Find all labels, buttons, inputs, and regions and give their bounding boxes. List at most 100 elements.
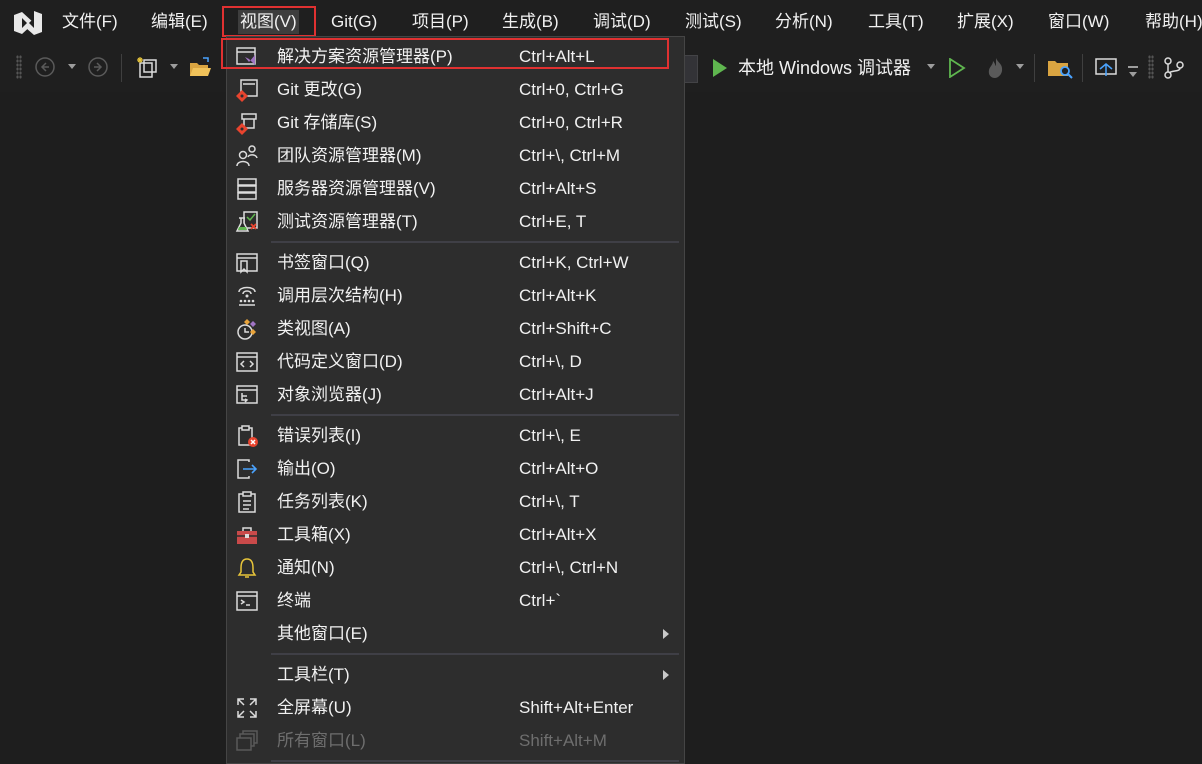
menu-item-bookmark-window[interactable]: 书签窗口(Q) Ctrl+K, Ctrl+W: [227, 246, 684, 279]
menu-item-server-explorer[interactable]: 服务器资源管理器(V) Ctrl+Alt+S: [227, 172, 684, 205]
menu-separator: [271, 414, 679, 416]
menu-item-git-changes[interactable]: Git 更改(G) Ctrl+0, Ctrl+G: [227, 73, 684, 106]
code-definition-icon: [236, 352, 258, 372]
full-screen-icon: [237, 698, 257, 718]
menu-item-other-windows[interactable]: 其他窗口(E): [227, 617, 684, 650]
menu-item-toolbars[interactable]: 工具栏(T): [227, 658, 684, 691]
menu-file[interactable]: 文件(F): [62, 10, 118, 34]
menu-item-shortcut: Shift+Alt+Enter: [519, 698, 634, 717]
menu-item-label: 调用层次结构(H): [277, 286, 403, 305]
menu-item-shortcut: Ctrl+\, Ctrl+M: [519, 146, 621, 165]
menu-item-test-explorer[interactable]: 测试资源管理器(T) Ctrl+E, T: [227, 205, 684, 238]
menu-item-shortcut: Ctrl+\, T: [519, 492, 580, 511]
menu-item-shortcut: Ctrl+Alt+J: [519, 385, 594, 404]
menu-item-notifications[interactable]: 通知(N) Ctrl+\, Ctrl+N: [227, 551, 684, 584]
menu-item-shortcut: Shift+Alt+M: [519, 731, 607, 750]
menu-item-shortcut: Ctrl+`: [519, 591, 562, 610]
menu-item-shortcut: Ctrl+Shift+C: [519, 319, 612, 338]
toolbar-overflow-caret-icon[interactable]: [1129, 72, 1137, 77]
forward-icon[interactable]: [87, 56, 109, 78]
start-debug-icon[interactable]: [711, 58, 729, 78]
menu-item-shortcut: Ctrl+Alt+K: [519, 286, 597, 305]
call-hierarchy-icon: [238, 286, 256, 306]
hot-reload-icon[interactable]: [984, 56, 1008, 80]
menu-tools[interactable]: 工具(T): [868, 10, 924, 34]
debug-target-label[interactable]: 本地 Windows 调试器: [738, 56, 911, 80]
config-dropdown-edge[interactable]: [684, 55, 698, 83]
menu-item-label: 对象浏览器(J): [277, 385, 382, 404]
menu-git[interactable]: Git(G): [331, 10, 377, 34]
menu-build[interactable]: 生成(B): [502, 10, 559, 34]
menu-analyze[interactable]: 分析(N): [775, 10, 833, 34]
menu-item-label: 错误列表(I): [277, 426, 362, 445]
menu-item-class-view[interactable]: 类视图(A) Ctrl+Shift+C: [227, 312, 684, 345]
git-repository-icon: [236, 113, 257, 135]
menu-debug[interactable]: 调试(D): [593, 10, 651, 34]
menu-help[interactable]: 帮助(H): [1145, 10, 1202, 34]
menu-item-output[interactable]: 输出(O) Ctrl+Alt+O: [227, 452, 684, 485]
menu-item-label: 服务器资源管理器(V): [277, 179, 436, 198]
task-list-icon: [238, 491, 256, 513]
menu-item-label: 类视图(A): [277, 319, 351, 338]
toolbar-grip[interactable]: [16, 55, 22, 79]
menu-item-call-hierarchy[interactable]: 调用层次结构(H) Ctrl+Alt+K: [227, 279, 684, 312]
toolbar-separator: [1082, 54, 1083, 82]
menu-view[interactable]: 视图(V): [238, 10, 299, 34]
output-icon: [237, 459, 258, 479]
menu-item-shortcut: Ctrl+0, Ctrl+R: [519, 113, 623, 132]
menu-item-label: 书签窗口(Q): [277, 253, 370, 272]
menu-item-shortcut: Ctrl+\, E: [519, 426, 581, 445]
menu-item-shortcut: Ctrl+Alt+S: [519, 179, 597, 198]
menu-item-label: 解决方案资源管理器(P): [277, 47, 453, 66]
menu-item-task-list[interactable]: 任务列表(K) Ctrl+\, T: [227, 485, 684, 518]
back-icon[interactable]: [34, 56, 56, 78]
menu-item-label: Git 更改(G): [277, 80, 362, 99]
menu-item-solution-explorer[interactable]: 解决方案资源管理器(P) Ctrl+Alt+L: [227, 40, 684, 73]
menu-item-team-explorer[interactable]: 团队资源管理器(M) Ctrl+\, Ctrl+M: [227, 139, 684, 172]
error-list-icon: [238, 425, 258, 447]
menu-item-label: Git 存储库(S): [277, 113, 378, 132]
menu-item-full-screen[interactable]: 全屏幕(U) Shift+Alt+Enter: [227, 691, 684, 724]
toolbar-overflow-icon[interactable]: [1128, 66, 1138, 68]
menu-extensions[interactable]: 扩展(X): [957, 10, 1014, 34]
menu-edit[interactable]: 编辑(E): [151, 10, 208, 34]
view-menu-dropdown: 解决方案资源管理器(P) Ctrl+Alt+L Git 更改(G) Ctrl+0…: [226, 36, 685, 764]
open-folder-icon[interactable]: [188, 56, 214, 80]
solution-explorer-icon: [236, 47, 256, 65]
git-changes-icon[interactable]: [1162, 56, 1188, 80]
menu-item-toolbox[interactable]: 工具箱(X) Ctrl+Alt+X: [227, 518, 684, 551]
back-dropdown-icon[interactable]: [68, 64, 76, 69]
new-project-icon[interactable]: [136, 56, 162, 80]
bookmark-window-icon: [236, 253, 258, 274]
terminal-icon: [236, 591, 258, 611]
solution-explorer-search-icon[interactable]: [1046, 56, 1074, 80]
new-project-dropdown-icon[interactable]: [170, 64, 178, 69]
menu-test[interactable]: 测试(S): [685, 10, 742, 34]
menu-window[interactable]: 窗口(W): [1048, 10, 1109, 34]
menu-item-label: 团队资源管理器(M): [277, 146, 422, 165]
menu-item-label: 代码定义窗口(D): [277, 352, 403, 371]
start-without-debug-icon[interactable]: [948, 58, 966, 78]
menu-item-label: 所有窗口(L): [277, 731, 366, 750]
menu-item-git-repository[interactable]: Git 存储库(S) Ctrl+0, Ctrl+R: [227, 106, 684, 139]
hot-reload-dropdown-icon[interactable]: [1016, 64, 1024, 69]
debug-target-dropdown-icon[interactable]: [927, 64, 935, 69]
notification-bell-icon: [237, 558, 257, 578]
menu-item-label: 工具栏(T): [277, 665, 350, 684]
menu-project[interactable]: 项目(P): [412, 10, 469, 34]
object-browser-icon: [236, 385, 258, 404]
menu-item-terminal[interactable]: 终端 Ctrl+`: [227, 584, 684, 617]
menu-item-shortcut: Ctrl+\, D: [519, 352, 582, 371]
menu-item-shortcut: Ctrl+Alt+X: [519, 525, 597, 544]
menu-item-error-list[interactable]: 错误列表(I) Ctrl+\, E: [227, 419, 684, 452]
visual-studio-logo-icon[interactable]: [12, 9, 44, 37]
menu-item-code-definition-window[interactable]: 代码定义窗口(D) Ctrl+\, D: [227, 345, 684, 378]
toolbar-grip[interactable]: [1148, 55, 1154, 79]
menu-item-label: 全屏幕(U): [277, 698, 352, 717]
publish-icon[interactable]: [1094, 56, 1120, 80]
team-explorer-icon: [236, 145, 258, 167]
menu-item-object-browser[interactable]: 对象浏览器(J) Ctrl+Alt+J: [227, 378, 684, 411]
menu-item-label: 通知(N): [277, 558, 335, 577]
menu-item-shortcut: Ctrl+K, Ctrl+W: [519, 253, 629, 272]
menu-item-label: 其他窗口(E): [277, 624, 368, 643]
